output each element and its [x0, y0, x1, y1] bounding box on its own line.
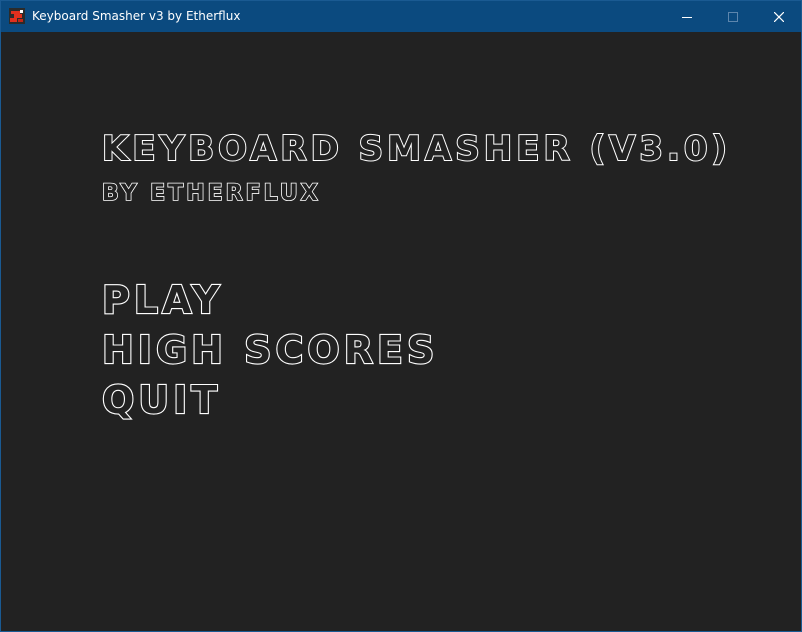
maximize-button[interactable]: [710, 1, 756, 32]
close-icon: [774, 11, 784, 22]
game-app-icon: [9, 8, 25, 24]
minimize-button[interactable]: [664, 1, 710, 32]
menu-high-scores-button[interactable]: High Scores: [101, 327, 438, 373]
maximize-icon: [728, 11, 738, 22]
game-subtitle: By Etherflux: [101, 180, 321, 207]
menu-play-button[interactable]: Play: [101, 277, 223, 323]
title-bar[interactable]: Keyboard Smasher v3 by Etherflux: [1, 1, 801, 32]
minimize-icon: [682, 16, 692, 18]
menu-quit-button[interactable]: Quit: [101, 377, 221, 423]
game-canvas: Keyboard Smasher (v3.0) By Etherflux Pla…: [1, 32, 801, 631]
close-button[interactable]: [756, 1, 802, 32]
game-window: Keyboard Smasher v3 by Etherflux Keyboar…: [0, 0, 802, 632]
window-title: Keyboard Smasher v3 by Etherflux: [32, 9, 241, 23]
game-title: Keyboard Smasher (v3.0): [101, 128, 732, 170]
